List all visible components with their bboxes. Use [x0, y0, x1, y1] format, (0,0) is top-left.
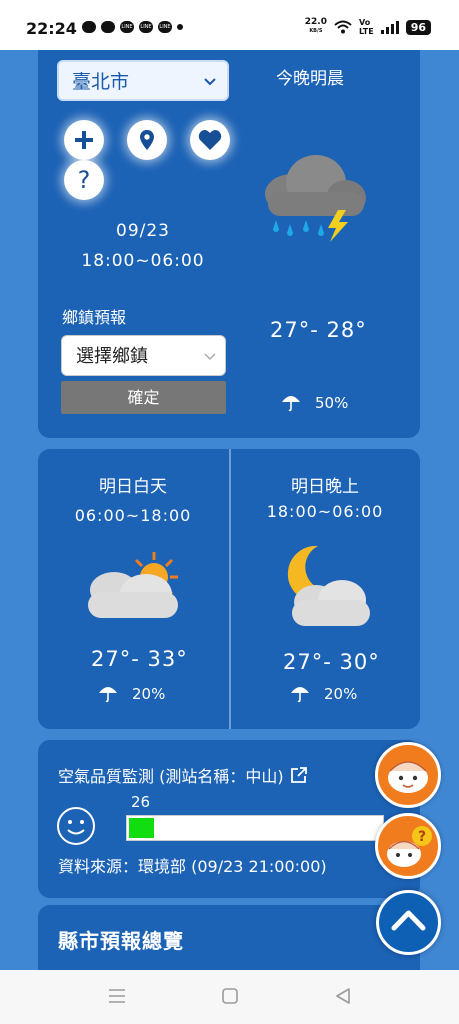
- town-select[interactable]: 選擇鄉鎮: [61, 335, 226, 376]
- volte-bottom: LTE: [358, 27, 374, 36]
- city-select-value: 臺北市: [72, 71, 130, 93]
- home-icon[interactable]: [221, 987, 239, 1005]
- wifi-icon: [334, 20, 352, 34]
- heart-icon: [198, 130, 222, 150]
- location-pin-icon: [140, 130, 154, 150]
- mascot-icon: [388, 761, 428, 793]
- scroll-to-top-button[interactable]: [376, 890, 441, 955]
- back-icon[interactable]: [334, 987, 352, 1005]
- contact-icon: [101, 21, 115, 33]
- favorite-button[interactable]: [190, 120, 230, 160]
- chevron-up-icon: [391, 910, 426, 931]
- air-quality-link[interactable]: 空氣品質監測 (測站名稱：中山): [58, 763, 308, 787]
- smiley-icon: [57, 807, 95, 845]
- notification-icons: LINE LINE LINE: [82, 21, 183, 33]
- line-app-icon: LINE: [158, 21, 172, 33]
- tonight-title: 今晚明晨: [276, 69, 344, 89]
- partly-sunny-icon: [88, 552, 178, 618]
- status-time: 22:24: [26, 19, 77, 38]
- tomorrow-day-temperature: 27°- 33°: [91, 647, 188, 671]
- line-app-icon: LINE: [120, 21, 134, 33]
- umbrella-icon: [99, 687, 117, 703]
- signal-icon: [380, 20, 399, 34]
- air-quality-bar-fill: [129, 818, 154, 838]
- system-navigation-bar: [0, 970, 459, 1024]
- line-app-icon: LINE: [139, 21, 153, 33]
- external-link-icon: [290, 767, 307, 783]
- tomorrow-day-time: 06:00~18:00: [74, 506, 192, 525]
- battery-indicator: 96: [405, 19, 431, 35]
- message-icon: [82, 21, 96, 33]
- network-speed-unit: KB/S: [309, 28, 323, 34]
- county-overview-title: 縣市預報總覽: [58, 929, 184, 953]
- volte-top: Vo: [358, 18, 371, 27]
- confirm-button[interactable]: 確定: [61, 381, 226, 414]
- air-quality-source: 資料來源：環境部 (09/23 21:00:00): [58, 857, 327, 876]
- tomorrow-day-rain-value: 20%: [132, 685, 166, 703]
- city-select[interactable]: 臺北市: [57, 60, 229, 101]
- help-button[interactable]: ?: [64, 160, 104, 200]
- tonight-rain-chance: 50%: [281, 394, 348, 412]
- rain-thunder-cloud-icon: [265, 155, 366, 242]
- tonight-date: 09/23: [116, 221, 170, 241]
- mascot-chat-button[interactable]: [375, 742, 441, 808]
- add-location-button[interactable]: [64, 120, 104, 160]
- status-bar: 22:24 LINE LINE LINE 22.0 KB/S Vo LTE 96: [0, 0, 459, 50]
- tonight-time-range: 18:00~06:00: [81, 251, 205, 271]
- tomorrow-night-rain-value: 20%: [324, 685, 358, 703]
- tomorrow-day-rain-chance: 20%: [98, 685, 165, 703]
- volte-indicator: Vo LTE: [359, 18, 374, 36]
- locate-button[interactable]: [127, 120, 167, 160]
- tonight-temperature: 27°- 28°: [270, 318, 367, 342]
- question-icon: ?: [77, 166, 91, 194]
- network-speed: 22.0 KB/S: [305, 18, 327, 36]
- menu-icon[interactable]: [108, 987, 126, 1005]
- mascot-question-icon: ?: [387, 826, 432, 867]
- mascot-help-button[interactable]: ?: [375, 813, 441, 879]
- tonight-rain-value: 50%: [315, 394, 349, 412]
- tomorrow-night-time: 18:00~06:00: [266, 502, 384, 521]
- air-quality-bar: [126, 815, 384, 841]
- tomorrow-night-rain-chance: 20%: [290, 685, 357, 703]
- tomorrow-night-temperature: 27°- 30°: [283, 650, 380, 674]
- tonight-forecast-card: [38, 50, 420, 438]
- tomorrow-night-title: 明日晚上: [291, 477, 359, 497]
- town-select-placeholder: 選擇鄉鎮: [76, 346, 148, 367]
- air-quality-title: 空氣品質監測 (測站名稱：中山): [58, 767, 284, 786]
- umbrella-icon: [282, 396, 300, 412]
- air-quality-value: 26: [131, 793, 151, 811]
- umbrella-icon: [291, 687, 309, 703]
- moon-cloud-icon: [287, 545, 370, 626]
- network-speed-value: 22.0: [304, 17, 327, 27]
- chevron-down-icon: [203, 62, 217, 120]
- svg-text:?: ?: [418, 829, 426, 845]
- town-forecast-label: 鄉鎮預報: [62, 308, 127, 327]
- more-notifications-icon: [177, 24, 183, 30]
- tomorrow-day-title: 明日白天: [99, 477, 167, 497]
- plus-icon: [75, 131, 93, 149]
